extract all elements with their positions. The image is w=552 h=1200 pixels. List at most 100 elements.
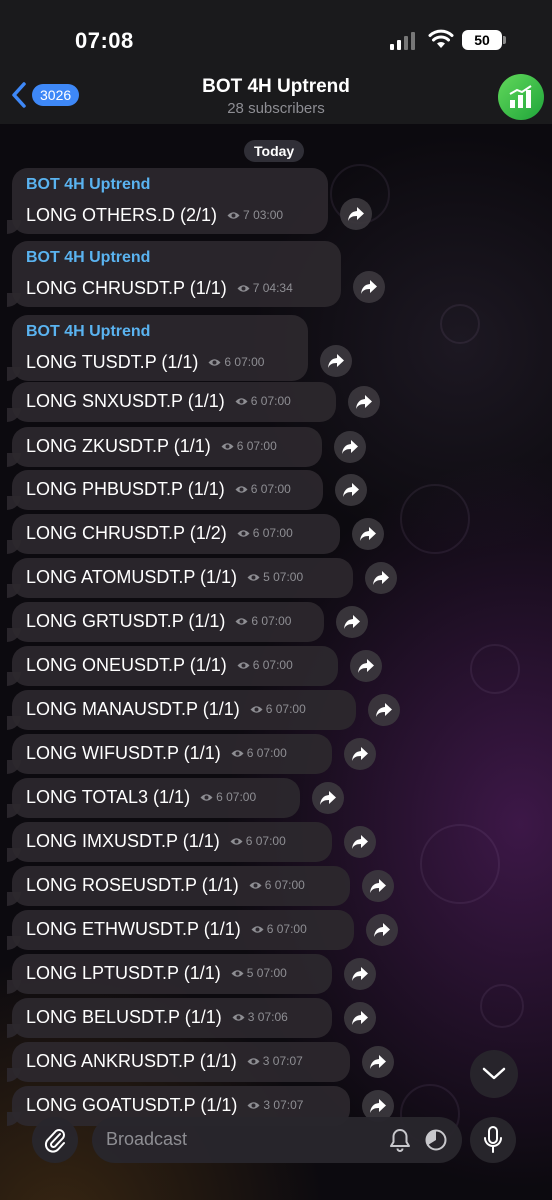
forward-button[interactable] <box>362 1046 394 1078</box>
message-time: 04:34 <box>262 281 293 295</box>
message-bubble[interactable]: LONG ZKUSDT.P (1/1) 6 07:00 <box>7 427 322 467</box>
forward-button[interactable] <box>365 562 397 594</box>
message-meta: 6 07:00 <box>200 790 256 804</box>
bell-icon[interactable] <box>388 1127 412 1153</box>
share-arrow-icon <box>348 207 364 221</box>
message-bubble[interactable]: LONG ATOMUSDT.P (1/1) 5 07:00 <box>7 558 353 598</box>
message-text: LONG GRTUSDT.P (1/1) <box>26 610 226 631</box>
message-sender[interactable]: BOT 4H Uptrend <box>26 323 294 343</box>
message-bubble[interactable]: LONG BELUSDT.P (1/1) 3 07:06 <box>7 998 332 1038</box>
message-bubble[interactable]: BOT 4H Uptrend LONG CHRUSDT.P (1/1) 7 04:3… <box>7 241 341 307</box>
channel-avatar[interactable] <box>498 74 544 120</box>
message-bubble[interactable]: BOT 4H Uptrend LONG OTHERS.D (2/1) 7 03:00 <box>7 168 328 234</box>
message-bubble[interactable]: LONG CHRUSDT.P (1/2) 6 07:00 <box>7 514 340 554</box>
message-meta: 6 07:00 <box>237 526 293 540</box>
eye-icon <box>230 837 243 845</box>
forward-button[interactable] <box>366 914 398 946</box>
message-time: 07:00 <box>260 482 291 496</box>
message-row: LONG ANKRUSDT.P (1/1) 3 07:07 <box>26 1042 336 1080</box>
message-bubble[interactable]: LONG PHBUSDT.P (1/1) 6 07:00 <box>7 470 323 510</box>
view-count: 6 <box>250 482 258 496</box>
view-count: 6 <box>246 746 254 760</box>
message-text: LONG PHBUSDT.P (1/1) <box>26 478 225 499</box>
paperclip-icon <box>44 1129 65 1153</box>
message-bubble[interactable]: LONG LPTUSDT.P (1/1) 5 07:00 <box>7 954 332 994</box>
forward-button[interactable] <box>335 474 367 506</box>
share-arrow-icon <box>344 615 360 629</box>
message-text: LONG SNXUSDT.P (1/1) <box>26 390 225 411</box>
forward-button[interactable] <box>344 958 376 990</box>
share-arrow-icon <box>352 747 368 761</box>
date-separator: Today <box>244 140 305 162</box>
share-arrow-icon <box>352 1011 368 1025</box>
view-count: 6 <box>264 878 272 892</box>
chat-title[interactable]: BOT 4H Uptrend <box>0 76 552 98</box>
view-count: 6 <box>236 439 244 453</box>
forward-button[interactable] <box>340 198 372 230</box>
view-count: 7 <box>243 208 250 222</box>
forward-button[interactable] <box>368 694 400 726</box>
message-bubble[interactable]: LONG ANKRUSDT.P (1/1) 3 07:07 <box>7 1042 350 1082</box>
share-arrow-icon <box>376 703 392 717</box>
forward-button[interactable] <box>353 271 385 303</box>
message-row: LONG OTHERS.D (2/1) 7 03:00 <box>26 196 314 234</box>
eye-icon <box>235 397 248 405</box>
message-text: LONG ATOMUSDT.P (1/1) <box>26 566 238 587</box>
message-bubble[interactable]: LONG IMXUSDT.P (1/1) 6 07:00 <box>7 822 332 862</box>
message-row: LONG CHRUSDT.P (1/1) 7 04:34 <box>26 269 327 307</box>
chart-icon <box>509 85 532 108</box>
forward-button[interactable] <box>350 650 382 682</box>
message-row: LONG ONEUSDT.P (1/1) 6 07:00 <box>26 646 324 684</box>
forward-button[interactable] <box>320 345 352 377</box>
forward-button[interactable] <box>352 518 384 550</box>
view-count: 5 <box>246 966 254 980</box>
share-arrow-icon <box>356 395 372 409</box>
eye-icon <box>200 793 213 801</box>
message-row: LONG WIFUSDT.P (1/1) 6 07:00 <box>26 734 318 772</box>
message-time: 07:00 <box>246 439 277 453</box>
forward-button[interactable] <box>334 431 366 463</box>
message-bubble[interactable]: LONG SNXUSDT.P (1/1) 6 07:00 <box>7 382 336 422</box>
share-arrow-icon <box>342 440 358 454</box>
message-bubble[interactable]: LONG ROSEUSDT.P (1/1) 6 07:00 <box>7 866 350 906</box>
message-bubble[interactable]: LONG WIFUSDT.P (1/1) 6 07:00 <box>7 734 332 774</box>
microphone-button[interactable] <box>470 1117 516 1163</box>
message-text: LONG CHRUSDT.P (1/1) <box>26 277 227 298</box>
scroll-down-button[interactable] <box>470 1050 518 1098</box>
forward-button[interactable] <box>336 606 368 638</box>
message-text: LONG ZKUSDT.P (1/1) <box>26 435 211 456</box>
message-input[interactable]: Broadcast <box>92 1117 462 1163</box>
message-row: LONG MANAUSDT.P (1/1) 6 07:00 <box>26 690 342 728</box>
message-time: 07:00 <box>262 658 293 672</box>
message-sender[interactable]: BOT 4H Uptrend <box>26 176 314 196</box>
message-meta: 6 07:00 <box>235 614 291 628</box>
view-count: 6 <box>245 834 253 848</box>
forward-button[interactable] <box>344 826 376 858</box>
forward-button[interactable] <box>344 1002 376 1034</box>
attach-button[interactable] <box>32 1117 78 1163</box>
battery-indicator: 50 <box>462 30 506 50</box>
share-arrow-icon <box>370 1099 386 1113</box>
forward-button[interactable] <box>312 782 344 814</box>
message-bubble[interactable]: LONG MANAUSDT.P (1/1) 6 07:00 <box>7 690 356 730</box>
message-bubble[interactable]: BOT 4H Uptrend LONG TUSDT.P (1/1) 6 07:00 <box>7 315 308 381</box>
eye-icon <box>249 881 262 889</box>
message-text: LONG MANAUSDT.P (1/1) <box>26 698 240 719</box>
message-bubble[interactable]: LONG TOTAL3 (1/1) 6 07:00 <box>7 778 300 818</box>
forward-button[interactable] <box>348 386 380 418</box>
eye-icon <box>251 925 264 933</box>
schedule-timer-icon[interactable] <box>424 1128 448 1152</box>
message-meta: 7 04:34 <box>237 281 293 295</box>
share-arrow-icon <box>343 483 359 497</box>
message-bubble[interactable]: LONG GRTUSDT.P (1/1) 6 07:00 <box>7 602 324 642</box>
message-meta: 6 07:00 <box>251 922 307 936</box>
message-bubble[interactable]: LONG ONEUSDT.P (1/1) 6 07:00 <box>7 646 338 686</box>
message-bubble[interactable]: LONG ETHWUSDT.P (1/1) 6 07:00 <box>7 910 354 950</box>
eye-icon <box>208 358 221 366</box>
forward-button[interactable] <box>344 738 376 770</box>
message-time: 07:00 <box>255 834 286 848</box>
message-row: LONG ETHWUSDT.P (1/1) 6 07:00 <box>26 910 340 948</box>
message-sender[interactable]: BOT 4H Uptrend <box>26 249 327 269</box>
eye-icon <box>221 442 234 450</box>
forward-button[interactable] <box>362 870 394 902</box>
